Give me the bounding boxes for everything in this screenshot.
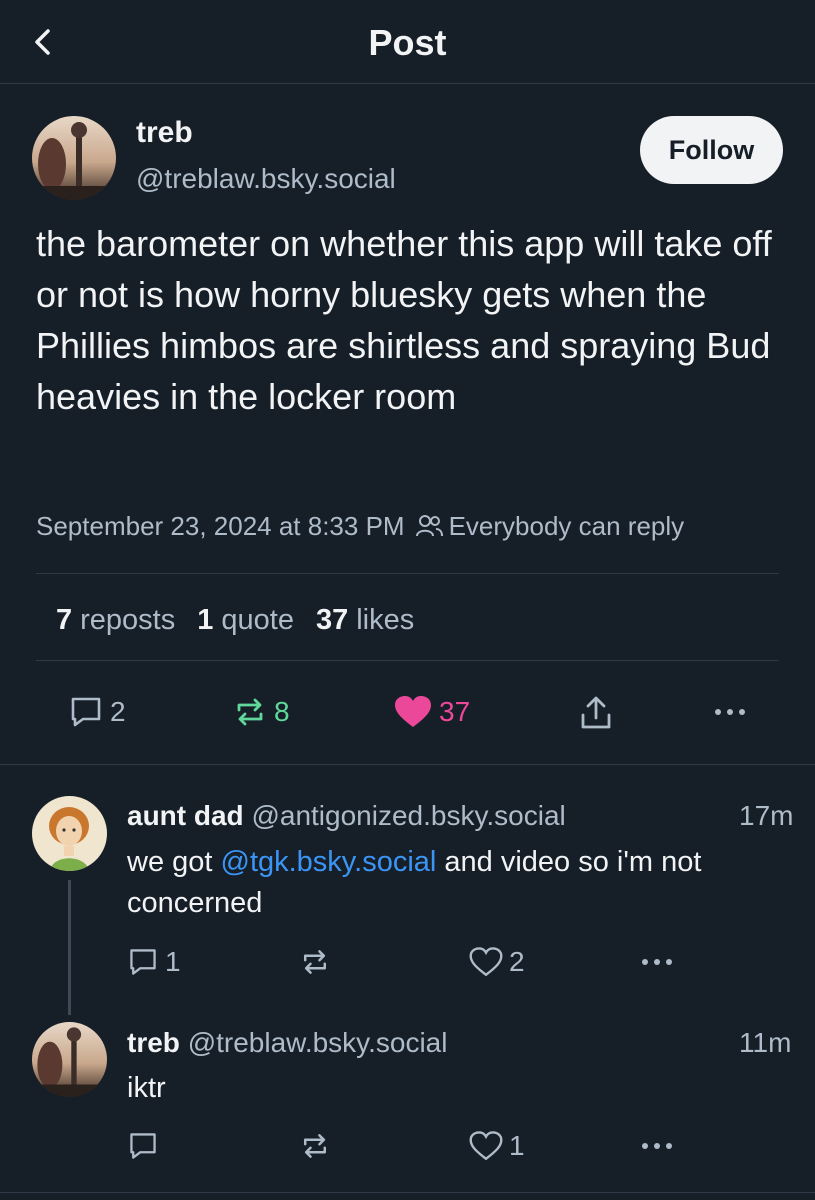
repost-icon (303, 950, 327, 974)
divider (0, 764, 815, 765)
like-button[interactable]: 37 (393, 694, 470, 730)
more-options-button[interactable] (712, 702, 748, 722)
reply-timestamp: 17m (739, 800, 794, 831)
ellipsis-icon (715, 709, 745, 715)
post-text: the barometer on whether this app will t… (36, 223, 772, 417)
heart-filled-icon (395, 696, 431, 727)
repost-button[interactable]: 8 (232, 694, 290, 730)
repost-button[interactable] (299, 946, 331, 978)
more-options-button[interactable] (639, 952, 675, 972)
post-stats: 7 reposts 1 quote 37 likes (56, 600, 436, 640)
thread-line (68, 880, 71, 1015)
quotes-stat[interactable]: 1 quote (197, 604, 294, 637)
repost-icon (237, 698, 263, 726)
like-count: 2 (509, 946, 525, 977)
reposts-stat[interactable]: 7 reposts (56, 604, 175, 637)
like-button[interactable]: 1 (469, 1130, 525, 1162)
follow-button[interactable]: Follow (640, 116, 783, 184)
author-name[interactable]: treb (136, 116, 193, 150)
reply-button[interactable]: 1 (127, 946, 181, 978)
author-avatar[interactable] (32, 116, 116, 200)
divider (36, 660, 779, 661)
divider (36, 573, 779, 574)
reply-icon (71, 697, 101, 727)
reply-setting[interactable]: Everybody can reply (449, 511, 685, 542)
reply-button[interactable]: 2 (68, 694, 126, 730)
share-button[interactable] (578, 694, 614, 732)
reply-author-handle[interactable]: @treblaw.bsky.social (188, 1027, 448, 1058)
reply-text: iktr (127, 1072, 166, 1104)
repost-count: 8 (274, 696, 290, 727)
people-icon (415, 515, 443, 537)
divider (0, 1192, 815, 1193)
reply-icon (130, 1133, 156, 1159)
reply-button[interactable] (127, 1130, 159, 1162)
ellipsis-icon (642, 959, 672, 965)
repost-icon (303, 1134, 327, 1158)
reply-author-name[interactable]: treb (127, 1027, 180, 1058)
reply-icon (130, 949, 156, 975)
top-bar: Post (0, 0, 815, 84)
reply-timestamp: 11m (739, 1027, 792, 1058)
reply-author[interactable]: aunt dad @antigonized.bsky.social (127, 800, 566, 832)
reply-count: 1 (165, 946, 181, 977)
more-options-button[interactable] (639, 1136, 675, 1156)
author-handle[interactable]: @treblaw.bsky.social (136, 163, 396, 195)
reply-text: we got @tgk.bsky.social and video so i'm… (127, 846, 702, 919)
page-title: Post (368, 22, 447, 63)
mention-link[interactable]: @tgk.bsky.social (221, 846, 437, 878)
reply-count: 2 (110, 696, 126, 727)
share-icon (581, 696, 611, 729)
like-count: 37 (439, 696, 471, 727)
post-meta: September 23, 2024 at 8:33 PM Everybody … (36, 508, 684, 544)
ellipsis-icon (642, 1143, 672, 1149)
likes-stat[interactable]: 37 likes (316, 604, 414, 637)
reply-avatar[interactable] (32, 1022, 107, 1097)
like-button[interactable]: 2 (469, 946, 525, 978)
reply-author[interactable]: treb @treblaw.bsky.social (127, 1027, 447, 1059)
reply-author-name[interactable]: aunt dad (127, 800, 244, 831)
heart-icon (469, 947, 503, 977)
reply-avatar[interactable] (32, 796, 107, 871)
heart-icon (469, 1131, 503, 1161)
post-timestamp: September 23, 2024 at 8:33 PM (36, 510, 405, 541)
reply-author-handle[interactable]: @antigonized.bsky.social (251, 800, 565, 831)
repost-button[interactable] (299, 1130, 331, 1162)
like-count: 1 (509, 1130, 525, 1161)
